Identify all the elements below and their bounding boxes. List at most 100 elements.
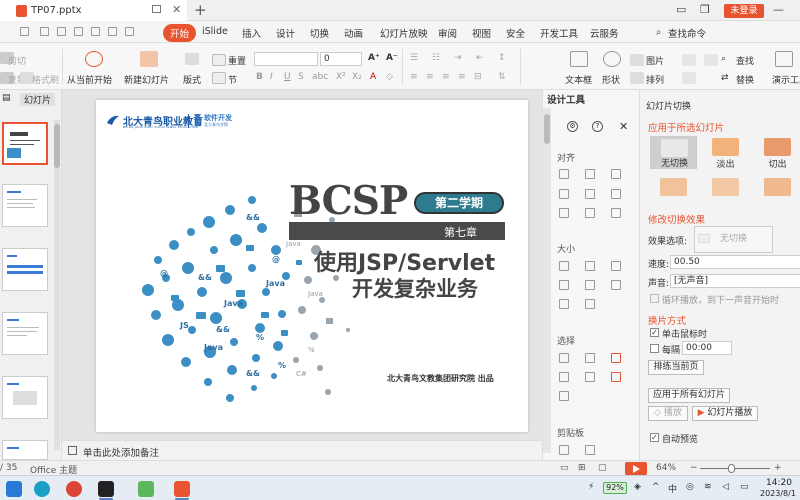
zoom-in-icon[interactable]: + (774, 463, 782, 473)
notes-bar[interactable]: 单击此处添加备注 (62, 440, 542, 460)
slide-thumbnail-5[interactable] (2, 376, 48, 419)
align-left-icon[interactable]: ≡ (410, 72, 418, 82)
font-size-select[interactable]: 0 (320, 52, 362, 66)
effect-option-select[interactable]: 无切换 (694, 226, 773, 253)
arrange-button[interactable]: 排列 (646, 73, 664, 86)
menu-security[interactable]: 安全 (506, 26, 525, 40)
bold-icon[interactable]: B (256, 72, 263, 82)
align-top-icon[interactable] (559, 189, 569, 199)
font-color-icon[interactable]: A (370, 72, 376, 82)
search-command[interactable]: 查找命令 (668, 26, 706, 40)
login-button[interactable]: 未登录 (724, 4, 764, 18)
select-same-icon[interactable] (559, 353, 569, 363)
play-button[interactable]: ◇ 播放 (648, 406, 688, 421)
battery-plug-icon[interactable]: ⚡ (588, 482, 594, 492)
transition-tile-6[interactable] (754, 176, 800, 198)
print-icon[interactable] (57, 27, 66, 36)
numbered-list-icon[interactable]: ☷ (432, 53, 440, 63)
menu-home[interactable]: 开始 (163, 24, 197, 42)
line-spacing-icon[interactable]: ↕ (498, 53, 506, 63)
speaker-icon[interactable]: ◁ (722, 482, 729, 492)
presentation-tools-icon[interactable] (775, 51, 793, 67)
file-menu-icon[interactable] (20, 27, 29, 36)
minimize-icon[interactable]: — (773, 3, 784, 16)
clipboard-paste-icon[interactable] (585, 445, 595, 455)
underline-icon[interactable]: U (284, 72, 291, 82)
new-slide-icon[interactable] (140, 51, 158, 67)
slide-thumbnail-2[interactable] (2, 184, 48, 227)
tab-slides[interactable]: 幻灯片 (20, 93, 56, 106)
from-current-button[interactable]: 从当前开始 (67, 73, 112, 86)
subscript-icon[interactable]: X₂ (352, 72, 362, 82)
slide-canvas[interactable]: && && && Java Java JS Java% && @ @% Java Java C#… (96, 100, 528, 432)
wifi-icon[interactable]: ≋ (704, 482, 712, 492)
battery-icon[interactable]: ▭ (740, 482, 749, 492)
menu-transition[interactable]: 切换 (310, 26, 329, 40)
clock-time[interactable]: 14:20 (766, 478, 792, 488)
wps-presentation-icon[interactable] (174, 481, 190, 497)
distribute-horizontal-icon[interactable] (559, 208, 569, 218)
normal-view-icon[interactable]: ▭ (560, 463, 569, 473)
align-middle-icon[interactable] (585, 189, 595, 199)
slideshow-play-button[interactable]: ▶ 幻灯片播放 (692, 406, 758, 421)
select-middle-icon[interactable] (585, 372, 595, 382)
undo-icon[interactable] (91, 27, 100, 36)
picture-button[interactable]: 图片 (646, 54, 664, 67)
clipboard-copy-icon[interactable] (559, 445, 569, 455)
sound-select[interactable]: [无声音] (670, 274, 800, 288)
zoom-level[interactable]: 64% (656, 463, 676, 473)
replace-icon[interactable]: ⇄ (721, 73, 729, 83)
close-icon[interactable]: ✕ (619, 120, 628, 133)
transition-tile-5[interactable] (702, 176, 749, 198)
auto-preview-checkbox[interactable]: ✓ (650, 433, 659, 442)
outline-icon[interactable] (682, 72, 696, 84)
edge-browser-icon[interactable] (34, 481, 50, 497)
window-layout-icon[interactable]: ▭ (676, 3, 686, 16)
layers-icon[interactable]: ❐ (700, 3, 710, 16)
align-right-icon[interactable]: ≡ (442, 72, 450, 82)
print-preview-icon[interactable] (74, 27, 83, 36)
select-bottom-icon[interactable] (559, 391, 569, 401)
jetbrains-ide-icon[interactable] (98, 481, 114, 497)
strikethrough-icon[interactable]: abc (312, 72, 328, 82)
decrease-font-icon[interactable]: A⁻ (386, 53, 398, 63)
slideshow-play-icon[interactable] (625, 462, 647, 475)
thumbnail-scrollbar[interactable] (54, 120, 60, 450)
play-from-current-icon[interactable] (85, 51, 103, 67)
replace-button[interactable]: 替换 (736, 73, 754, 86)
battery-indicator[interactable]: 92% (603, 482, 627, 494)
shadow-text-icon[interactable]: S (298, 72, 304, 82)
shorten-icon[interactable] (559, 299, 569, 309)
layout-button[interactable]: 版式 (183, 73, 201, 86)
align-center-icon[interactable]: ≡ (426, 72, 434, 82)
distribute-vertical-icon[interactable] (585, 208, 595, 218)
menu-review[interactable]: 审阅 (438, 26, 457, 40)
menu-view[interactable]: 视图 (472, 26, 491, 40)
apply-all-button[interactable]: 应用于所有幻灯片 (648, 388, 730, 403)
help-icon[interactable]: ? (592, 121, 603, 132)
menu-islide[interactable]: iSlide (202, 26, 228, 37)
increase-font-icon[interactable]: A⁺ (368, 53, 380, 63)
menu-design[interactable]: 设计 (276, 26, 295, 40)
tray-chevron-icon[interactable]: ^ (652, 482, 660, 492)
new-tab-icon[interactable]: + (194, 1, 207, 19)
rehearse-current-button[interactable]: 排练当前页 (648, 360, 704, 375)
menu-insert[interactable]: 插入 (242, 26, 261, 40)
design-tools-scrollbar[interactable] (543, 108, 551, 453)
cut-button[interactable]: 剪切 (8, 54, 26, 67)
layout-icon[interactable] (185, 53, 199, 65)
speed-input[interactable]: 00.50 (670, 255, 800, 269)
shield-icon[interactable]: ◈ (634, 482, 641, 492)
zoom-slider-track[interactable] (700, 468, 770, 469)
new-slide-button[interactable]: 新建幻灯片 (124, 73, 169, 86)
every-time-input[interactable]: 00:00 (682, 341, 732, 355)
arrange-icon[interactable] (630, 72, 644, 84)
loop-checkbox[interactable] (650, 294, 659, 303)
align-bottom-icon[interactable] (611, 189, 621, 199)
same-height-icon[interactable] (585, 261, 595, 271)
transition-pane-title[interactable]: 幻灯片切换 (646, 99, 691, 112)
menu-cloud[interactable]: 云服务 (590, 26, 619, 40)
shape-icon[interactable] (603, 51, 621, 67)
presentation-tools-button[interactable]: 演示工具 (772, 73, 800, 86)
align-slide-icon[interactable] (611, 208, 621, 218)
